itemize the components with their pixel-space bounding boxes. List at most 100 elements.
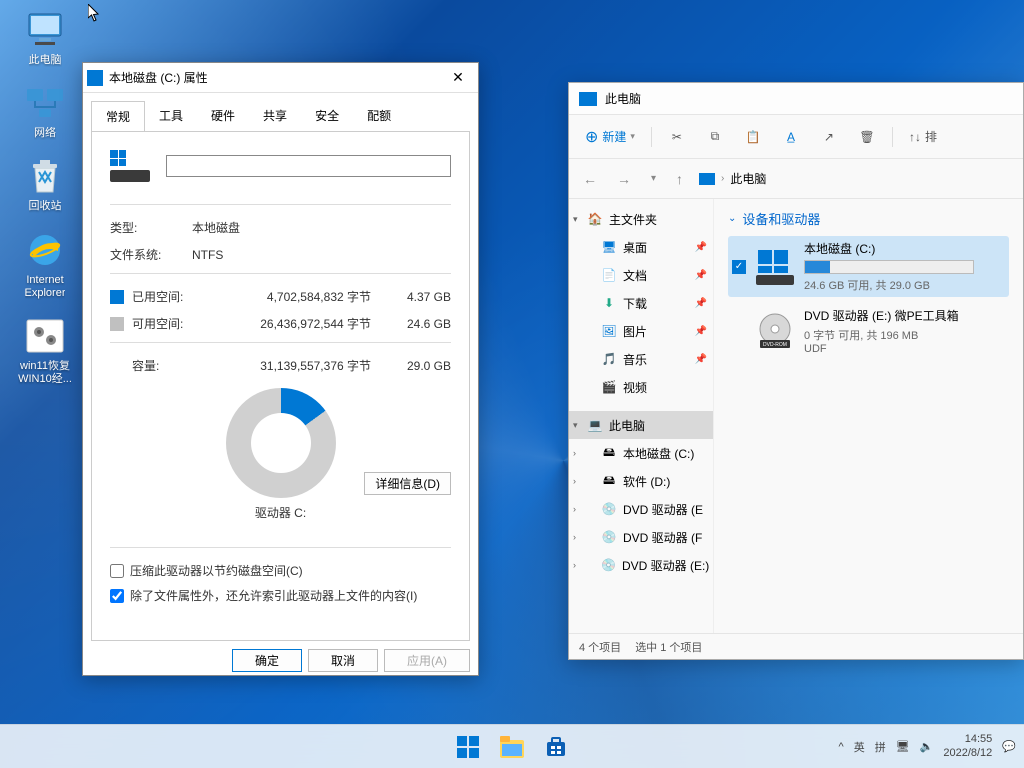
pin-icon: 📌 xyxy=(695,270,707,281)
system-tray: ^ 英 拼 🖥 🔈 14:55 2022/8/12 💬 xyxy=(839,733,1024,759)
usage-donut-chart xyxy=(226,388,336,498)
desktop-icons: 此电脑 网络 回收站 Internet Explorer win11恢复 WIN… xyxy=(10,10,80,386)
nav-dvd-f[interactable]: ›💿DVD 驱动器 (F xyxy=(569,523,713,551)
volume-icon[interactable]: 🔈 xyxy=(920,740,934,753)
pin-icon: 📌 xyxy=(695,242,707,253)
taskbar-store-button[interactable] xyxy=(537,728,575,766)
download-icon: ⬇ xyxy=(601,295,617,311)
rename-icon: A̲ xyxy=(782,128,800,146)
properties-dialog: 本地磁盘 (C:) 属性 ✕ 常规 工具 硬件 共享 安全 配额 类型:本地磁盘… xyxy=(82,62,479,676)
nav-downloads[interactable]: ⬇下载📌 xyxy=(569,289,713,317)
desktop-icon-network[interactable]: 网络 xyxy=(10,83,80,140)
nav-dvd-e[interactable]: ›💿DVD 驱动器 (E xyxy=(569,495,713,523)
toolbar-cut-button[interactable]: ✂ xyxy=(660,122,694,152)
item-checkbox[interactable]: ✓ xyxy=(732,260,746,274)
tab-quota[interactable]: 配额 xyxy=(353,101,405,131)
nav-music[interactable]: 🎵音乐📌 xyxy=(569,345,713,373)
toolbar-share-button[interactable]: ↗ xyxy=(812,122,846,152)
capacity-label: 容量: xyxy=(132,357,214,374)
ime-mode[interactable]: 拼 xyxy=(875,739,886,755)
explorer-statusbar: 4 个项目 选中 1 个项目 xyxy=(569,633,1023,659)
tab-general[interactable]: 常规 xyxy=(91,101,145,132)
dvd-icon: 💿 xyxy=(601,501,617,517)
nav-drive-d[interactable]: ›🖴软件 (D:) xyxy=(569,467,713,495)
explorer-navpane: ▾🏠主文件夹 🖥桌面📌 📄文档📌 ⬇下载📌 🖼图片📌 🎵音乐📌 🎬视频 ▾💻此电… xyxy=(569,199,714,633)
nav-back-button[interactable]: ← xyxy=(579,167,601,191)
free-gb: 24.6 GB xyxy=(381,317,451,331)
drive-caption: 驱动器 C: xyxy=(110,504,451,521)
explorer-addressbar: ← → ▾ ↑ › 此电脑 xyxy=(569,159,1023,199)
desktop-icon-ie[interactable]: Internet Explorer xyxy=(10,230,80,300)
thispc-icon xyxy=(699,173,715,185)
breadcrumb[interactable]: › 此电脑 xyxy=(699,170,766,187)
used-bytes: 4,702,584,832 字节 xyxy=(214,288,371,305)
capacity-gb: 29.0 GB xyxy=(381,359,451,373)
dvd-icon: DVD-ROM xyxy=(756,312,794,350)
notifications-icon[interactable]: 💬 xyxy=(1002,740,1016,753)
tab-sharing[interactable]: 共享 xyxy=(249,101,301,131)
toolbar-delete-button[interactable]: 🗑 xyxy=(850,122,884,152)
free-label: 可用空间: xyxy=(132,315,214,332)
toolbar-new-button[interactable]: ⊕新建▾ xyxy=(577,122,643,152)
desktop-icon-thispc[interactable]: 此电脑 xyxy=(10,10,80,67)
tab-tools[interactable]: 工具 xyxy=(145,101,197,131)
dialog-tabs: 常规 工具 硬件 共享 安全 配额 xyxy=(83,93,478,131)
dialog-titlebar[interactable]: 本地磁盘 (C:) 属性 ✕ xyxy=(83,63,478,93)
nav-videos[interactable]: 🎬视频 xyxy=(569,373,713,401)
delete-icon: 🗑 xyxy=(858,128,876,146)
explorer-titlebar[interactable]: 此电脑 xyxy=(569,83,1023,115)
music-icon: 🎵 xyxy=(601,351,617,367)
pin-icon: 📌 xyxy=(695,354,707,365)
apply-button[interactable]: 应用(A) xyxy=(384,649,470,672)
close-button[interactable]: ✕ xyxy=(442,64,474,92)
nav-drive-c[interactable]: ›🖴本地磁盘 (C:) xyxy=(569,439,713,467)
network-icon[interactable]: 🖥 xyxy=(896,740,910,753)
drive-label-input[interactable] xyxy=(166,155,451,177)
capacity-bar xyxy=(804,260,974,274)
pin-icon: 📌 xyxy=(695,326,707,337)
compress-checkbox[interactable]: 压缩此驱动器以节约磁盘空间(C) xyxy=(110,562,451,579)
desktop-icon-recyclebin[interactable]: 回收站 xyxy=(10,156,80,213)
ime-indicator[interactable]: 英 xyxy=(854,739,865,755)
dvd-icon: 💿 xyxy=(601,557,616,573)
tray-chevron-icon[interactable]: ^ xyxy=(839,741,844,753)
nav-chevron-icon[interactable]: ▾ xyxy=(647,169,660,188)
details-button[interactable]: 详细信息(D) xyxy=(364,472,451,495)
nav-home[interactable]: ▾🏠主文件夹 xyxy=(569,205,713,233)
toolbar-sort-button[interactable]: ↑↓排 xyxy=(901,122,945,152)
pin-icon: 📌 xyxy=(695,298,707,309)
free-swatch-icon xyxy=(110,317,124,331)
toolbar-rename-button[interactable]: A̲ xyxy=(774,122,808,152)
drive-item-c[interactable]: ✓ 本地磁盘 (C:) 24.6 GB 可用, 共 29.0 GB xyxy=(728,236,1009,297)
video-icon: 🎬 xyxy=(601,379,617,395)
nav-documents[interactable]: 📄文档📌 xyxy=(569,261,713,289)
tab-security[interactable]: 安全 xyxy=(301,101,353,131)
cancel-button[interactable]: 取消 xyxy=(308,649,378,672)
group-header-devices[interactable]: ⌄设备和驱动器 xyxy=(728,209,1009,228)
desktop-icon-script[interactable]: win11恢复 WIN10经... xyxy=(10,316,80,386)
drive-icon xyxy=(110,150,150,182)
used-gb: 4.37 GB xyxy=(381,290,451,304)
nav-thispc[interactable]: ▾💻此电脑 xyxy=(569,411,713,439)
nav-up-button[interactable]: ↑ xyxy=(672,167,687,191)
start-button[interactable] xyxy=(449,728,487,766)
nav-pictures[interactable]: 🖼图片📌 xyxy=(569,317,713,345)
ok-button[interactable]: 确定 xyxy=(232,649,302,672)
toolbar-paste-button[interactable]: 📋 xyxy=(736,122,770,152)
free-bytes: 26,436,972,544 字节 xyxy=(214,315,371,332)
tab-hardware[interactable]: 硬件 xyxy=(197,101,249,131)
drive-item-dvd[interactable]: DVD-ROM DVD 驱动器 (E:) 微PE工具箱 0 字节 可用, 共 1… xyxy=(728,303,1009,359)
used-swatch-icon xyxy=(110,290,124,304)
type-value: 本地磁盘 xyxy=(192,219,240,236)
clock[interactable]: 14:55 2022/8/12 xyxy=(943,733,992,759)
status-count: 4 个项目 xyxy=(579,639,621,655)
nav-forward-button[interactable]: → xyxy=(613,167,635,191)
taskbar-explorer-button[interactable] xyxy=(493,728,531,766)
nav-dvd-e2[interactable]: ›💿DVD 驱动器 (E:) xyxy=(569,551,713,579)
thispc-icon xyxy=(579,92,597,106)
pc-icon: 💻 xyxy=(587,417,603,433)
nav-desktop[interactable]: 🖥桌面📌 xyxy=(569,233,713,261)
toolbar-copy-button[interactable]: ⧉ xyxy=(698,122,732,152)
copy-icon: ⧉ xyxy=(706,128,724,146)
index-checkbox[interactable]: 除了文件属性外，还允许索引此驱动器上文件的内容(I) xyxy=(110,587,451,604)
